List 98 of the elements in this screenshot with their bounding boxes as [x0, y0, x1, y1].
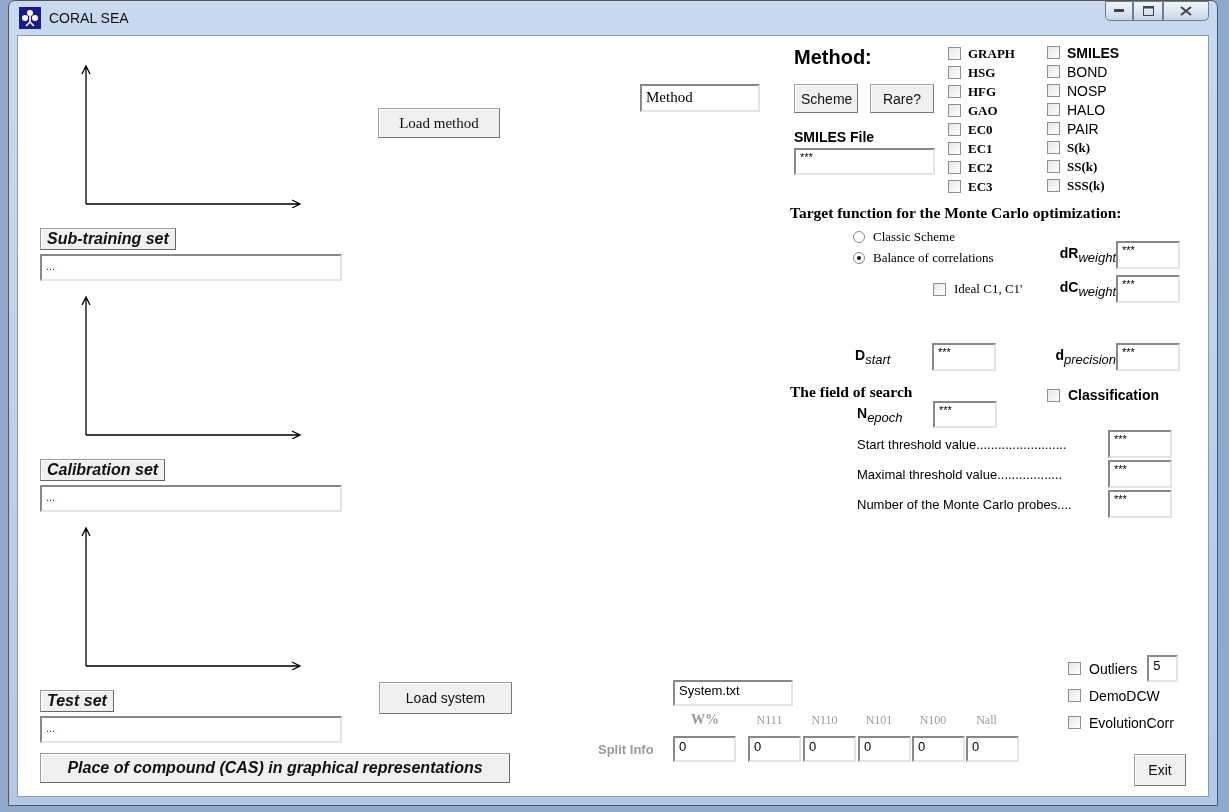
- exit-button[interactable]: Exit: [1134, 754, 1186, 786]
- checkbox[interactable]: [1047, 84, 1060, 97]
- checkbox[interactable]: [948, 123, 961, 136]
- close-button[interactable]: [1163, 1, 1209, 21]
- checkbox[interactable]: [1047, 65, 1060, 78]
- column-header: W%: [690, 712, 720, 728]
- split-field[interactable]: 0: [673, 736, 736, 762]
- target-function-heading: Target function for the Monte Carlo optimization:: [790, 204, 1123, 222]
- set-button[interactable]: Test set: [40, 690, 114, 712]
- d-precision-field[interactable]: ***: [1116, 343, 1180, 371]
- checkbox-label: Ideal C1, C1': [954, 281, 1023, 297]
- smiles-file-field[interactable]: ***: [794, 148, 935, 175]
- checkbox[interactable]: [948, 47, 961, 60]
- checkbox-label: EC2: [968, 159, 993, 176]
- checkbox[interactable]: [948, 85, 961, 98]
- checkbox-label: BOND: [1067, 63, 1108, 80]
- n-epoch-field[interactable]: ***: [933, 401, 997, 428]
- checkbox-label: EC0: [968, 121, 993, 138]
- checkbox[interactable]: [1047, 103, 1060, 116]
- checkbox-label: HALO: [1067, 101, 1106, 118]
- threshold-label: Start threshold value.........................: [857, 436, 1068, 452]
- checkbox[interactable]: [948, 104, 961, 117]
- column-header: N101: [864, 712, 894, 728]
- checkbox[interactable]: [1068, 662, 1081, 675]
- set-field[interactable]: ...: [40, 254, 342, 281]
- maximize-button[interactable]: [1133, 1, 1163, 21]
- system-field[interactable]: System.txt: [673, 680, 793, 706]
- split-field[interactable]: 0: [912, 736, 965, 762]
- radio-label: Balance of correlations: [873, 249, 994, 266]
- checkbox-label: PAIR: [1067, 120, 1099, 137]
- column-header: N110: [810, 712, 839, 728]
- checkbox-label: GRAPH: [968, 45, 1015, 62]
- smiles-file-label: SMILES File: [794, 129, 876, 145]
- radio-button[interactable]: [853, 251, 865, 264]
- threshold-label: Maximal threshold value..................: [857, 466, 1064, 482]
- checkbox-label: Outliers: [1089, 660, 1138, 677]
- checkbox-label: SSS(k): [1067, 177, 1105, 194]
- checkbox-label: EC3: [968, 178, 993, 195]
- checkbox[interactable]: [933, 282, 946, 296]
- minimize-icon: [1114, 9, 1124, 13]
- set-field[interactable]: ...: [40, 485, 342, 512]
- minimize-button[interactable]: [1105, 1, 1133, 21]
- set-button[interactable]: Sub-training set: [40, 228, 176, 250]
- checkbox[interactable]: [1047, 141, 1060, 154]
- checkbox[interactable]: [948, 142, 961, 155]
- checkbox-label: DemoDCW: [1089, 687, 1160, 704]
- checkbox-label: EC1: [968, 140, 993, 157]
- checkbox[interactable]: [1047, 122, 1060, 135]
- outliers-field[interactable]: 5: [1147, 655, 1179, 682]
- weight-field[interactable]: ***: [1116, 275, 1180, 303]
- threshold-field[interactable]: ***: [1108, 430, 1172, 458]
- method-field[interactable]: Method: [640, 84, 760, 112]
- load-system-button[interactable]: Load system: [379, 682, 512, 714]
- checkbox[interactable]: [948, 180, 961, 193]
- checkbox[interactable]: [1047, 160, 1060, 173]
- split-info-label: Split Info: [598, 741, 655, 757]
- close-icon: [1180, 6, 1192, 16]
- d-start-field[interactable]: ***: [932, 343, 996, 371]
- radio-label: Classic Scheme: [873, 228, 955, 245]
- set-button[interactable]: Calibration set: [40, 459, 166, 481]
- checkbox-label: SS(k): [1067, 158, 1098, 175]
- field-of-search-heading: The field of search: [790, 383, 913, 401]
- threshold-field[interactable]: ***: [1108, 490, 1172, 518]
- set-field[interactable]: ...: [40, 716, 342, 743]
- column-header: Nall: [975, 712, 998, 728]
- checkbox[interactable]: [1068, 716, 1081, 729]
- method-button[interactable]: Scheme: [794, 84, 858, 113]
- checkbox[interactable]: [948, 161, 961, 174]
- checkbox-label: Classification: [1068, 387, 1160, 403]
- split-field[interactable]: 0: [858, 736, 911, 762]
- method-button[interactable]: Rare?: [870, 84, 934, 113]
- checkbox-label: HSG: [968, 64, 996, 81]
- method-heading: Method:: [794, 46, 873, 70]
- column-header: N111: [755, 712, 784, 728]
- checkbox-label: GAO: [968, 102, 998, 119]
- threshold-label: Number of the Monte Carlo probes....: [857, 496, 1073, 512]
- load-method-button[interactable]: Load method: [378, 108, 500, 138]
- checkbox-label: SMILES: [1067, 44, 1120, 61]
- split-field[interactable]: 0: [803, 736, 856, 762]
- checkbox[interactable]: [948, 66, 961, 79]
- split-field[interactable]: 0: [748, 736, 801, 762]
- radio-button[interactable]: [853, 230, 865, 243]
- split-field[interactable]: 0: [966, 736, 1019, 762]
- window-title: CORAL SEA: [49, 10, 129, 26]
- checkbox-label: EvolutionCorr: [1089, 714, 1174, 731]
- checkbox-label: NOSP: [1067, 82, 1107, 99]
- checkbox[interactable]: [1047, 388, 1060, 402]
- checkbox-label: S(k): [1067, 139, 1091, 156]
- checkbox-label: HFG: [968, 83, 997, 100]
- checkbox[interactable]: [1047, 46, 1060, 59]
- checkbox[interactable]: [1068, 689, 1081, 702]
- column-header: N100: [918, 712, 948, 728]
- threshold-field[interactable]: ***: [1108, 460, 1172, 488]
- weight-field[interactable]: ***: [1116, 241, 1180, 269]
- club-icon: [19, 7, 41, 29]
- maximize-icon: [1142, 6, 1154, 16]
- checkbox[interactable]: [1047, 179, 1060, 192]
- cas-button[interactable]: Place of compound (CAS) in graphical representations: [40, 753, 510, 783]
